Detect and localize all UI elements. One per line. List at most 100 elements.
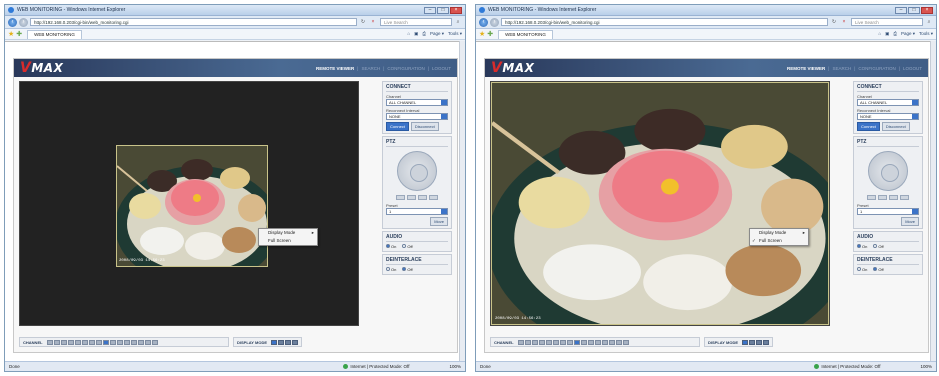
channel-button[interactable]: [566, 339, 573, 345]
menu-configuration[interactable]: CONFIGURATION: [858, 66, 895, 71]
channel-button[interactable]: [608, 339, 615, 345]
menu-configuration[interactable]: CONFIGURATION: [387, 66, 424, 71]
zoom-out-icon[interactable]: [878, 195, 887, 200]
zoom-out-icon[interactable]: [407, 195, 416, 200]
focus-near-icon[interactable]: [418, 195, 427, 200]
ptz-direction-pad[interactable]: [397, 151, 437, 191]
reconnect-select[interactable]: NONE: [857, 113, 919, 120]
vertical-scrollbar[interactable]: [930, 41, 936, 361]
print-icon[interactable]: ⎙: [893, 31, 897, 37]
channel-button[interactable]: [102, 339, 109, 345]
channel-button[interactable]: [594, 339, 601, 345]
preset-select[interactable]: 1: [386, 208, 448, 215]
channel-button[interactable]: [559, 339, 566, 345]
move-button[interactable]: Move: [430, 217, 448, 226]
display-quad-icon[interactable]: [749, 339, 756, 345]
channel-button[interactable]: [67, 339, 74, 345]
channel-button[interactable]: [53, 339, 60, 345]
zoom-level[interactable]: 100%: [449, 364, 461, 369]
channel-button[interactable]: [109, 339, 116, 345]
connect-button[interactable]: Connect: [857, 122, 880, 131]
audio-off-radio[interactable]: Off: [402, 244, 413, 249]
channel-button[interactable]: [137, 339, 144, 345]
channel-button[interactable]: [144, 339, 151, 345]
forward-icon[interactable]: ›: [19, 17, 28, 27]
video-viewer[interactable]: 2008/09/03 14:56:23 Display Mode ▸ Full S…: [19, 81, 359, 326]
channel-button[interactable]: [74, 339, 81, 345]
display-sixteen-icon[interactable]: [292, 339, 299, 345]
channel-button[interactable]: [524, 339, 531, 345]
channel-button[interactable]: [622, 339, 629, 345]
channel-button[interactable]: [151, 339, 158, 345]
zoom-level[interactable]: 100%: [920, 364, 932, 369]
channel-button[interactable]: [123, 339, 130, 345]
display-quad-icon[interactable]: [278, 339, 285, 345]
search-icon[interactable]: ⌕: [454, 18, 462, 26]
add-favorite-icon[interactable]: ✚: [16, 30, 22, 38]
disconnect-button[interactable]: Disconnect: [881, 122, 910, 131]
tab-web-monitoring[interactable]: WEB MONITORING: [27, 29, 82, 39]
channel-button[interactable]: [116, 339, 123, 345]
tab-web-monitoring[interactable]: WEB MONITORING: [498, 29, 553, 39]
address-input[interactable]: http://192.168.0.203/cgi-bin/web_monitor…: [501, 18, 828, 26]
feeds-icon[interactable]: ▣: [885, 31, 889, 37]
channel-button[interactable]: [60, 339, 67, 345]
channel-button[interactable]: [580, 339, 587, 345]
channel-button[interactable]: [81, 339, 88, 345]
minimize-button[interactable]: –: [895, 6, 907, 14]
page-menu[interactable]: Page ▾: [901, 31, 915, 37]
deinterlace-off-radio[interactable]: Off: [873, 267, 884, 272]
video-viewer[interactable]: 2008/09/03 14:56:23 Display Mode ▸ ✓ Full …: [490, 81, 830, 326]
focus-near-icon[interactable]: [889, 195, 898, 200]
display-sixteen-icon[interactable]: [763, 339, 770, 345]
address-input[interactable]: http://192.168.0.203/cgi-bin/web_monitor…: [30, 18, 357, 26]
camera-feed[interactable]: 2008/09/03 14:56:23: [116, 145, 268, 267]
maximize-button[interactable]: □: [437, 6, 449, 14]
back-icon[interactable]: ‹: [479, 17, 488, 27]
channel-button[interactable]: [130, 339, 137, 345]
zoom-in-icon[interactable]: [396, 195, 405, 200]
channel-button[interactable]: [517, 339, 524, 345]
deinterlace-on-radio[interactable]: On: [857, 267, 867, 272]
stop-icon[interactable]: ×: [840, 18, 848, 26]
menu-remote-viewer[interactable]: REMOTE VIEWER: [787, 66, 825, 71]
display-nine-icon[interactable]: [285, 339, 292, 345]
ctx-full-screen[interactable]: Full Screen: [259, 237, 317, 245]
channel-button[interactable]: [552, 339, 559, 345]
print-icon[interactable]: ⎙: [422, 31, 426, 37]
channel-button[interactable]: [95, 339, 102, 345]
focus-far-icon[interactable]: [429, 195, 438, 200]
close-button[interactable]: ×: [921, 6, 933, 14]
deinterlace-on-radio[interactable]: On: [386, 267, 396, 272]
channel-select[interactable]: ALL CHANNEL: [857, 99, 919, 106]
ctx-display-mode[interactable]: Display Mode ▸: [750, 229, 808, 237]
minimize-button[interactable]: –: [424, 6, 436, 14]
deinterlace-off-radio[interactable]: Off: [402, 267, 413, 272]
zoom-in-icon[interactable]: [867, 195, 876, 200]
channel-button[interactable]: [545, 339, 552, 345]
menu-search[interactable]: SEARCH: [361, 66, 380, 71]
channel-button[interactable]: [531, 339, 538, 345]
audio-on-radio[interactable]: On: [386, 244, 396, 249]
tools-menu[interactable]: Tools ▾: [919, 31, 933, 37]
connect-button[interactable]: Connect: [386, 122, 409, 131]
ctx-display-mode[interactable]: Display Mode ▸: [259, 229, 317, 237]
refresh-icon[interactable]: ↻: [830, 18, 838, 26]
home-icon[interactable]: ⌂: [878, 31, 881, 37]
menu-remote-viewer[interactable]: REMOTE VIEWER: [316, 66, 354, 71]
feeds-icon[interactable]: ▣: [414, 31, 418, 37]
maximize-button[interactable]: □: [908, 6, 920, 14]
channel-button[interactable]: [88, 339, 95, 345]
reconnect-select[interactable]: NONE: [386, 113, 448, 120]
home-icon[interactable]: ⌂: [407, 31, 410, 37]
channel-button[interactable]: [615, 339, 622, 345]
focus-far-icon[interactable]: [900, 195, 909, 200]
vertical-scrollbar[interactable]: [459, 41, 465, 361]
back-icon[interactable]: ‹: [8, 17, 17, 27]
forward-icon[interactable]: ›: [490, 17, 499, 27]
menu-logout[interactable]: LOGOUT: [432, 66, 451, 71]
favorites-star-icon[interactable]: ★: [8, 30, 14, 38]
display-nine-icon[interactable]: [756, 339, 763, 345]
channel-button[interactable]: [587, 339, 594, 345]
search-icon[interactable]: ⌕: [925, 18, 933, 26]
